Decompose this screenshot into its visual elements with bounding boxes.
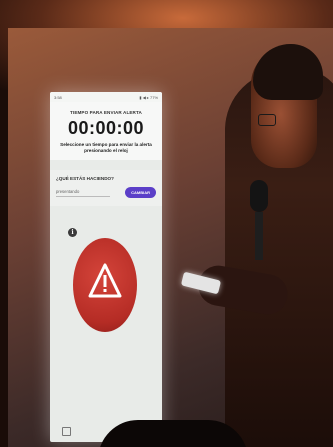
- presentation-photo: 3:58 ▮ ◀ ▸ 77% TIEMPO PARA ENVIAR ALERTA…: [0, 0, 333, 447]
- microphone-handle: [255, 212, 263, 260]
- microphone: [250, 180, 268, 260]
- activity-row: presentando CAMBIAR: [56, 187, 156, 199]
- activity-input[interactable]: presentando: [56, 189, 110, 197]
- microphone-head: [250, 180, 268, 212]
- audience-silhouette: [98, 420, 248, 447]
- status-bar: 3:58 ▮ ◀ ▸ 77%: [50, 92, 162, 102]
- timer-clock[interactable]: 00:00:00: [54, 118, 158, 139]
- activity-label: ¿QUÉ ESTÁS HACIENDO?: [56, 176, 114, 182]
- glasses: [258, 114, 276, 126]
- nav-home-icon[interactable]: [62, 427, 71, 436]
- alert-button[interactable]: [73, 238, 137, 332]
- timer-card[interactable]: TIEMPO PARA ENVIAR ALERTA 00:00:00 Selec…: [50, 102, 162, 161]
- timer-help-text: Seleccione un tiempo para enviar la aler…: [60, 142, 152, 154]
- info-icon[interactable]: i: [68, 228, 77, 237]
- status-icons: ▮ ◀ ▸ 77%: [139, 94, 158, 100]
- projected-phone-screen: 3:58 ▮ ◀ ▸ 77% TIEMPO PARA ENVIAR ALERTA…: [50, 92, 162, 442]
- timer-title: TIEMPO PARA ENVIAR ALERTA: [70, 110, 142, 115]
- change-button[interactable]: CAMBIAR: [125, 187, 156, 199]
- warning-triangle-icon: [88, 263, 122, 298]
- status-time: 3:58: [54, 94, 62, 100]
- activity-card: ¿QUÉ ESTÁS HACIENDO? presentando CAMBIAR: [50, 170, 162, 207]
